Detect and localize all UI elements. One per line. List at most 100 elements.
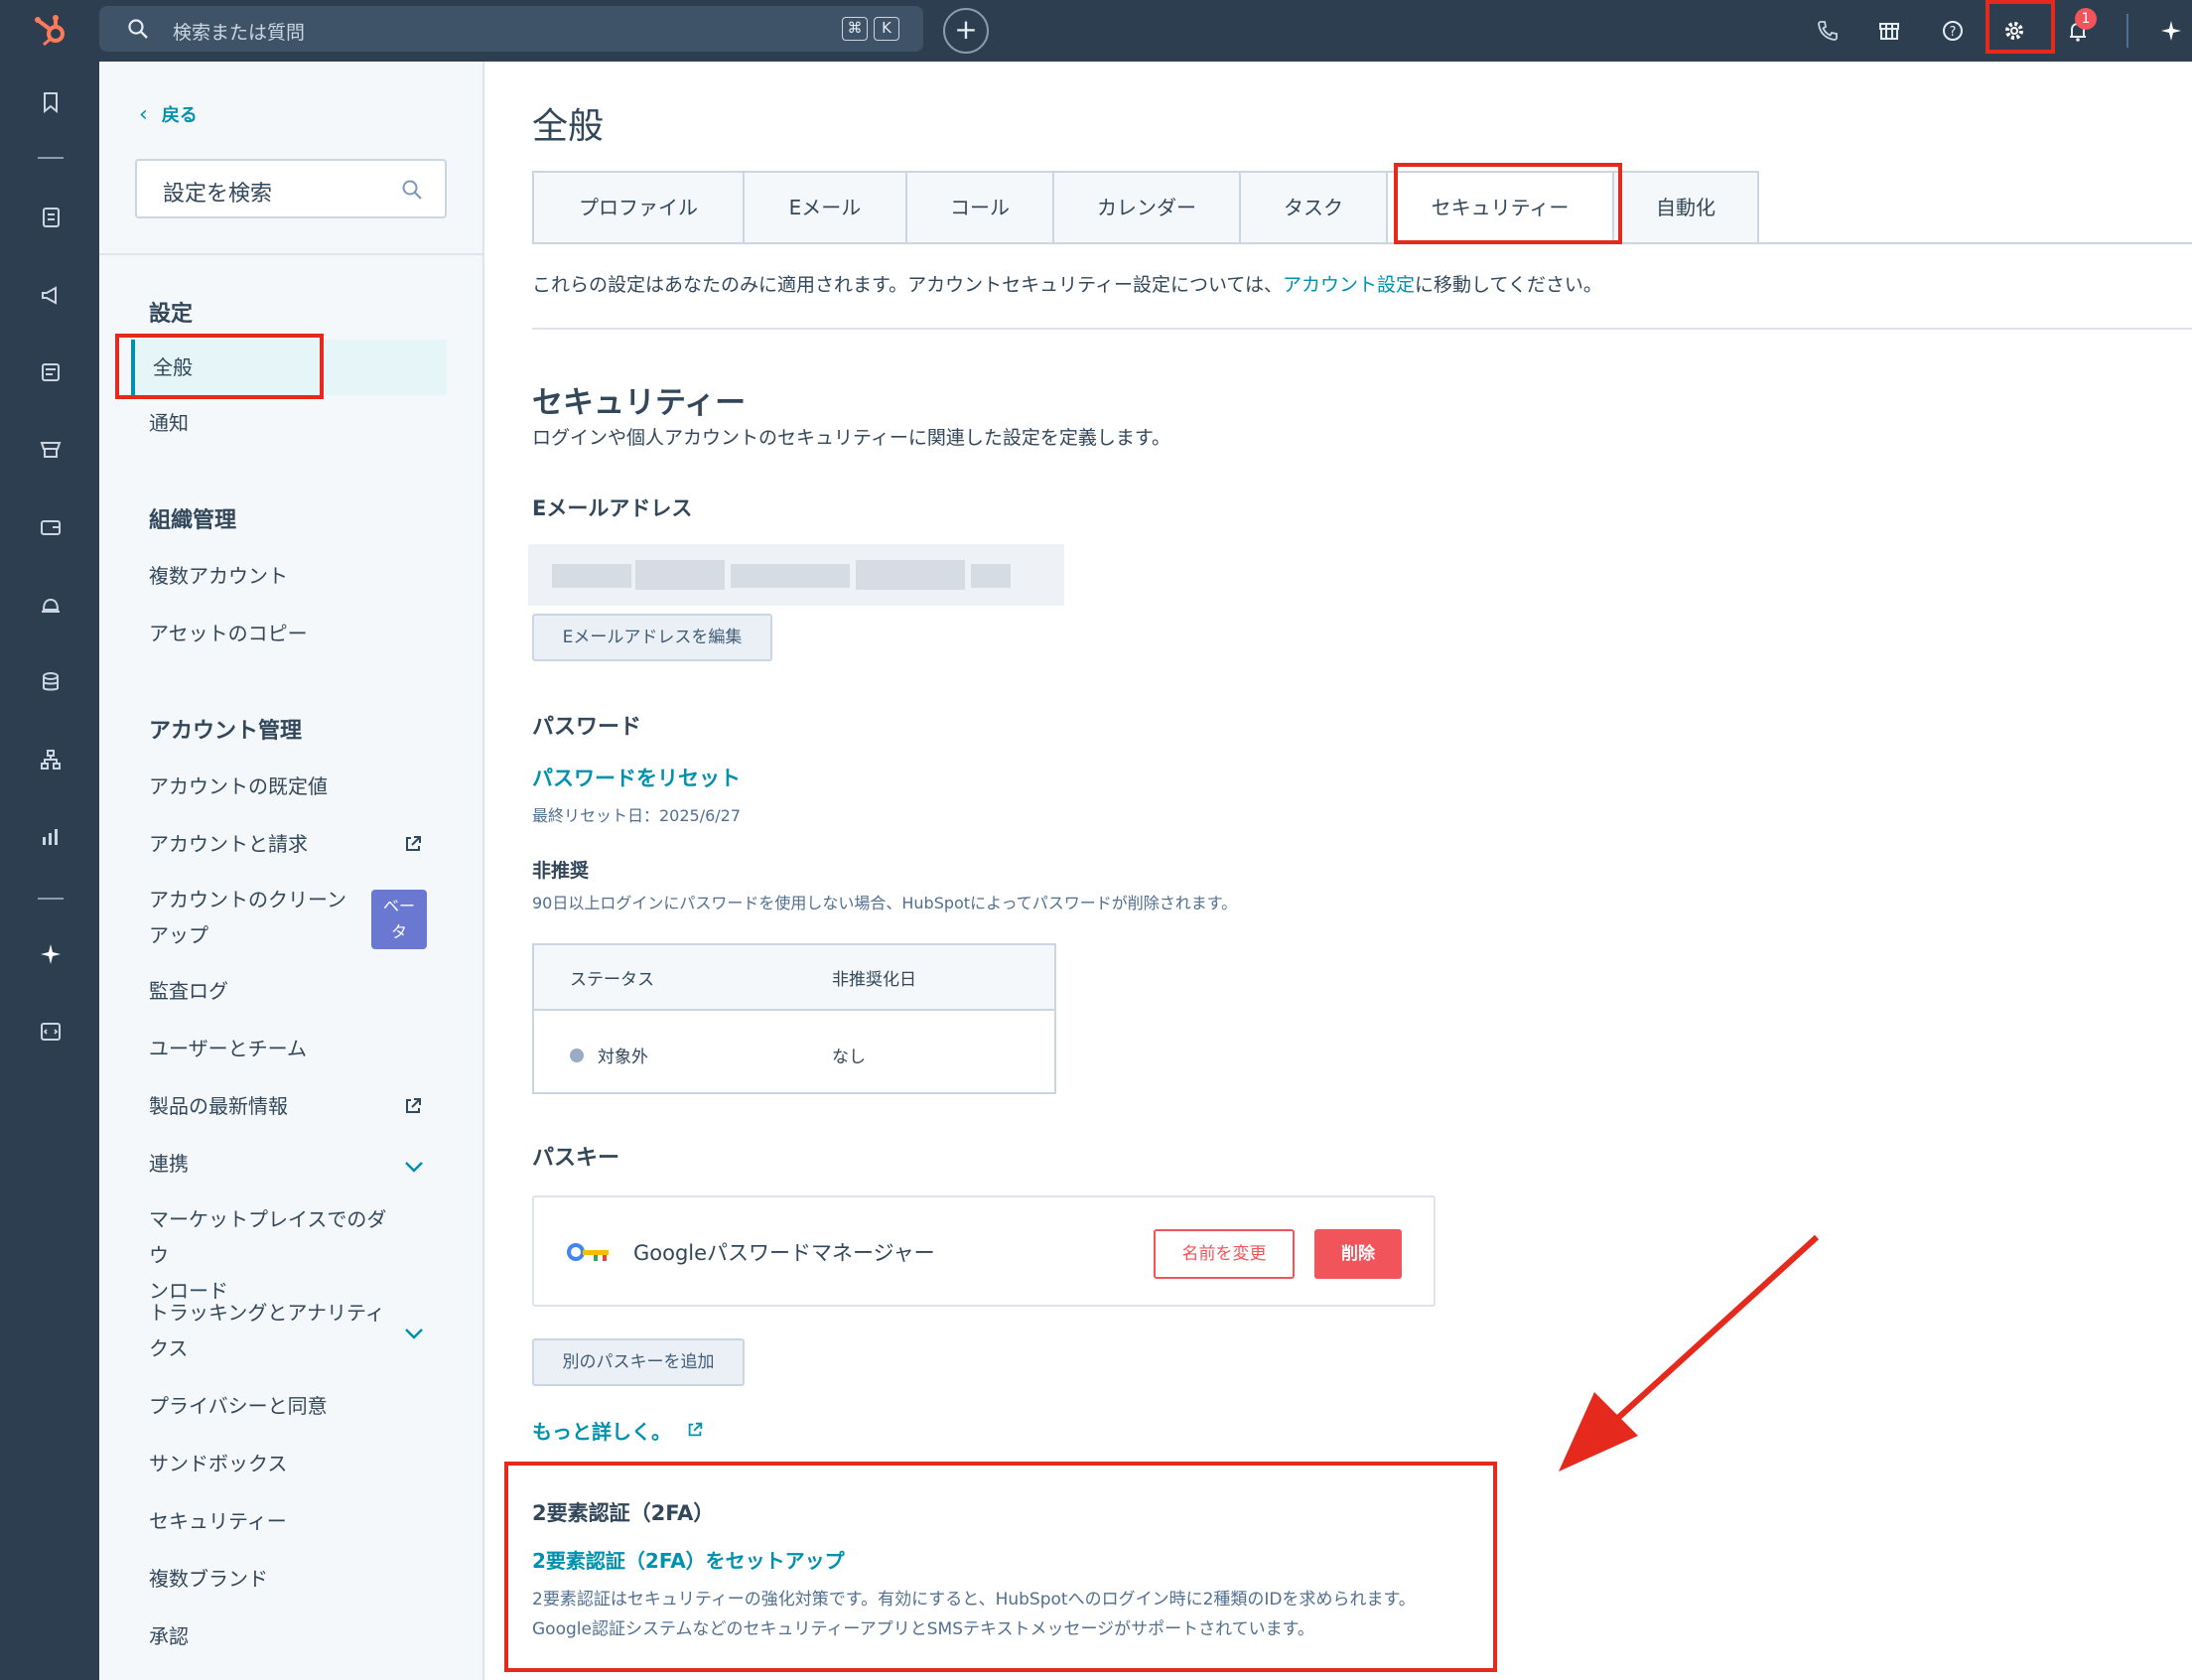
external-link-icon	[406, 836, 421, 851]
security-tab-highlight-box	[1394, 163, 1622, 244]
global-search-input[interactable]: 検索または質問 ⌘ K	[99, 6, 923, 52]
nav-divider	[99, 253, 482, 255]
2fa-setup-link[interactable]: 2要素認証（2FA）をセットアップ	[532, 1545, 845, 1574]
nav-item-users-teams[interactable]: ユーザーとチーム	[149, 1031, 397, 1066]
nav-item-asset-copy[interactable]: アセットのコピー	[149, 616, 397, 651]
tab-call[interactable]: コール	[905, 171, 1052, 244]
left-icon-rail	[0, 62, 99, 1680]
tab-calendar[interactable]: カレンダー	[1052, 171, 1239, 244]
deprecation-date-value: なし	[832, 1048, 866, 1067]
search-icon	[402, 180, 422, 200]
hubspot-logo-icon[interactable]	[30, 10, 71, 52]
megaphone-icon[interactable]	[36, 280, 66, 310]
nav-item-notifications[interactable]: 通知	[149, 405, 397, 441]
account-settings-link[interactable]: アカウント設定	[1283, 274, 1415, 296]
marketplace-icon[interactable]	[1874, 16, 1904, 46]
notification-count-badge: 1	[2075, 8, 2097, 30]
chevron-down-icon[interactable]	[403, 1160, 425, 1174]
settings-search-placeholder: 設定を検索	[163, 182, 273, 207]
nav-item-integrations[interactable]: 連携	[149, 1146, 397, 1182]
create-new-button[interactable]: +	[943, 8, 989, 54]
help-icon[interactable]: ?	[1938, 16, 1968, 46]
nav-heading-settings: 設定	[149, 302, 194, 327]
deprecated-heading: 非推奨	[532, 860, 590, 882]
nav-item-marketplace-downloads[interactable]: マーケットプレイスでのダウ ンロード	[149, 1201, 397, 1309]
commerce-icon[interactable]	[36, 512, 66, 542]
general-highlight-box	[115, 334, 324, 399]
passkey-heading: パスキー	[532, 1146, 620, 1171]
sales-icon[interactable]	[36, 435, 66, 465]
reports-icon[interactable]	[36, 822, 66, 852]
top-navigation-bar: 検索または質問 ⌘ K + ? 1	[0, 0, 2192, 62]
svg-text:?: ?	[1950, 25, 1957, 40]
search-placeholder: 検索または質問	[173, 22, 306, 44]
nav-item-privacy[interactable]: プライバシーと同意	[149, 1388, 397, 1424]
security-description: ログインや個人アカウントのセキュリティーに関連した設定を定義します。	[532, 427, 1170, 449]
nav-item-cleanup[interactable]: アカウントのクリーン アップ	[149, 882, 397, 953]
nav-item-brands[interactable]: 複数ブランド	[149, 1561, 397, 1597]
tab-task[interactable]: タスク	[1239, 171, 1386, 244]
nav-item-billing[interactable]: アカウントと請求	[149, 826, 397, 862]
learn-more-link[interactable]: もっと詳しく。	[532, 1416, 704, 1445]
email-label: Eメールアドレス	[532, 496, 693, 520]
section-divider	[532, 328, 2192, 330]
tab-email[interactable]: Eメール	[743, 171, 905, 244]
notice-text-after: に移動してください。	[1415, 274, 1602, 296]
learn-more-label: もっと詳しく。	[532, 1420, 671, 1444]
nav-heading-account: アカウント管理	[149, 719, 303, 744]
dev-icon[interactable]	[36, 1017, 66, 1047]
annotation-arrow-icon	[1559, 1234, 1820, 1471]
external-link-icon	[688, 1422, 703, 1437]
nav-item-sandbox[interactable]: サンドボックス	[149, 1446, 397, 1481]
external-link-icon	[406, 1098, 421, 1113]
2fa-heading: 2要素認証（2FA）	[532, 1501, 715, 1525]
search-icon	[128, 19, 148, 39]
tab-automation[interactable]: 自動化	[1612, 171, 1759, 244]
password-last-reset: 最終リセット日：2025/6/27	[532, 806, 742, 825]
rail-separator	[38, 157, 64, 159]
table-header-deprecation-date: 非推奨化日	[832, 970, 916, 990]
automation-icon[interactable]	[36, 745, 66, 774]
contacts-icon[interactable]	[36, 203, 66, 232]
tab-profile[interactable]: プロファイル	[532, 171, 743, 244]
nav-item-security[interactable]: セキュリティー	[149, 1503, 397, 1539]
nav-item-tracking-line2: クス	[149, 1336, 189, 1360]
data-icon[interactable]	[36, 667, 66, 697]
beta-badge-line2: タ	[390, 922, 407, 941]
bookmark-icon[interactable]	[36, 87, 66, 117]
beta-badge-line1: ベー	[382, 897, 415, 915]
google-password-manager-key-icon	[567, 1243, 609, 1261]
add-passkey-button[interactable]: 別のパスキーを追加	[532, 1338, 745, 1386]
nav-heading-org: 組織管理	[149, 508, 237, 533]
2fa-description: 2要素認証はセキュリティーの強化対策です。有効にすると、HubSpotへのログイ…	[532, 1590, 1416, 1639]
content-icon[interactable]	[36, 357, 66, 387]
shortcut-k-key: K	[874, 17, 899, 41]
page-title: 全般	[532, 106, 605, 147]
settings-scope-notice: これらの設定はあなたのみに適用されます。アカウントセキュリティー設定については、…	[532, 270, 1602, 297]
settings-main-content: 全般 プロファイル Eメール コール カレンダー タスク セキュリティー 自動化…	[486, 62, 2192, 1680]
rename-passkey-button[interactable]: 名前を変更	[1154, 1229, 1295, 1279]
rail-separator	[38, 898, 64, 900]
settings-search-input[interactable]: 設定を検索	[135, 159, 447, 218]
security-heading: セキュリティー	[532, 385, 747, 421]
settings-sidebar: ‹ 戻る 設定を検索 設定 全般 通知 組織管理 複数アカウント アセットのコピー…	[99, 62, 484, 1680]
sparkle-icon[interactable]	[2156, 16, 2186, 46]
tabs-underline	[532, 242, 2192, 244]
service-icon[interactable]	[36, 590, 66, 620]
nav-item-approvals[interactable]: 承認	[149, 1618, 397, 1654]
phone-icon[interactable]	[1813, 16, 1843, 46]
reset-password-link[interactable]: パスワードをリセット	[532, 763, 741, 792]
password-status-table: ステータス 非推奨化日 対象外 なし	[532, 943, 1056, 1094]
nav-item-multi-accounts[interactable]: 複数アカウント	[149, 558, 397, 594]
nav-item-tracking-analytics[interactable]: トラッキングとアナリティ クス	[149, 1295, 397, 1366]
chevron-down-icon[interactable]	[403, 1327, 425, 1340]
deprecated-description: 90日以上ログインにパスワードを使用しない場合、HubSpotによってパスワード…	[532, 894, 1238, 912]
back-link[interactable]: ‹ 戻る	[139, 101, 198, 127]
nav-item-product-updates[interactable]: 製品の最新情報	[149, 1088, 397, 1124]
delete-passkey-button[interactable]: 削除	[1314, 1229, 1402, 1279]
gear-highlight-box	[1986, 0, 2055, 54]
nav-item-defaults[interactable]: アカウントの既定値	[149, 769, 397, 804]
ai-sparkle-icon[interactable]	[36, 939, 66, 969]
edit-email-button[interactable]: Eメールアドレスを編集	[532, 614, 772, 661]
nav-item-audit-log[interactable]: 監査ログ	[149, 973, 397, 1009]
